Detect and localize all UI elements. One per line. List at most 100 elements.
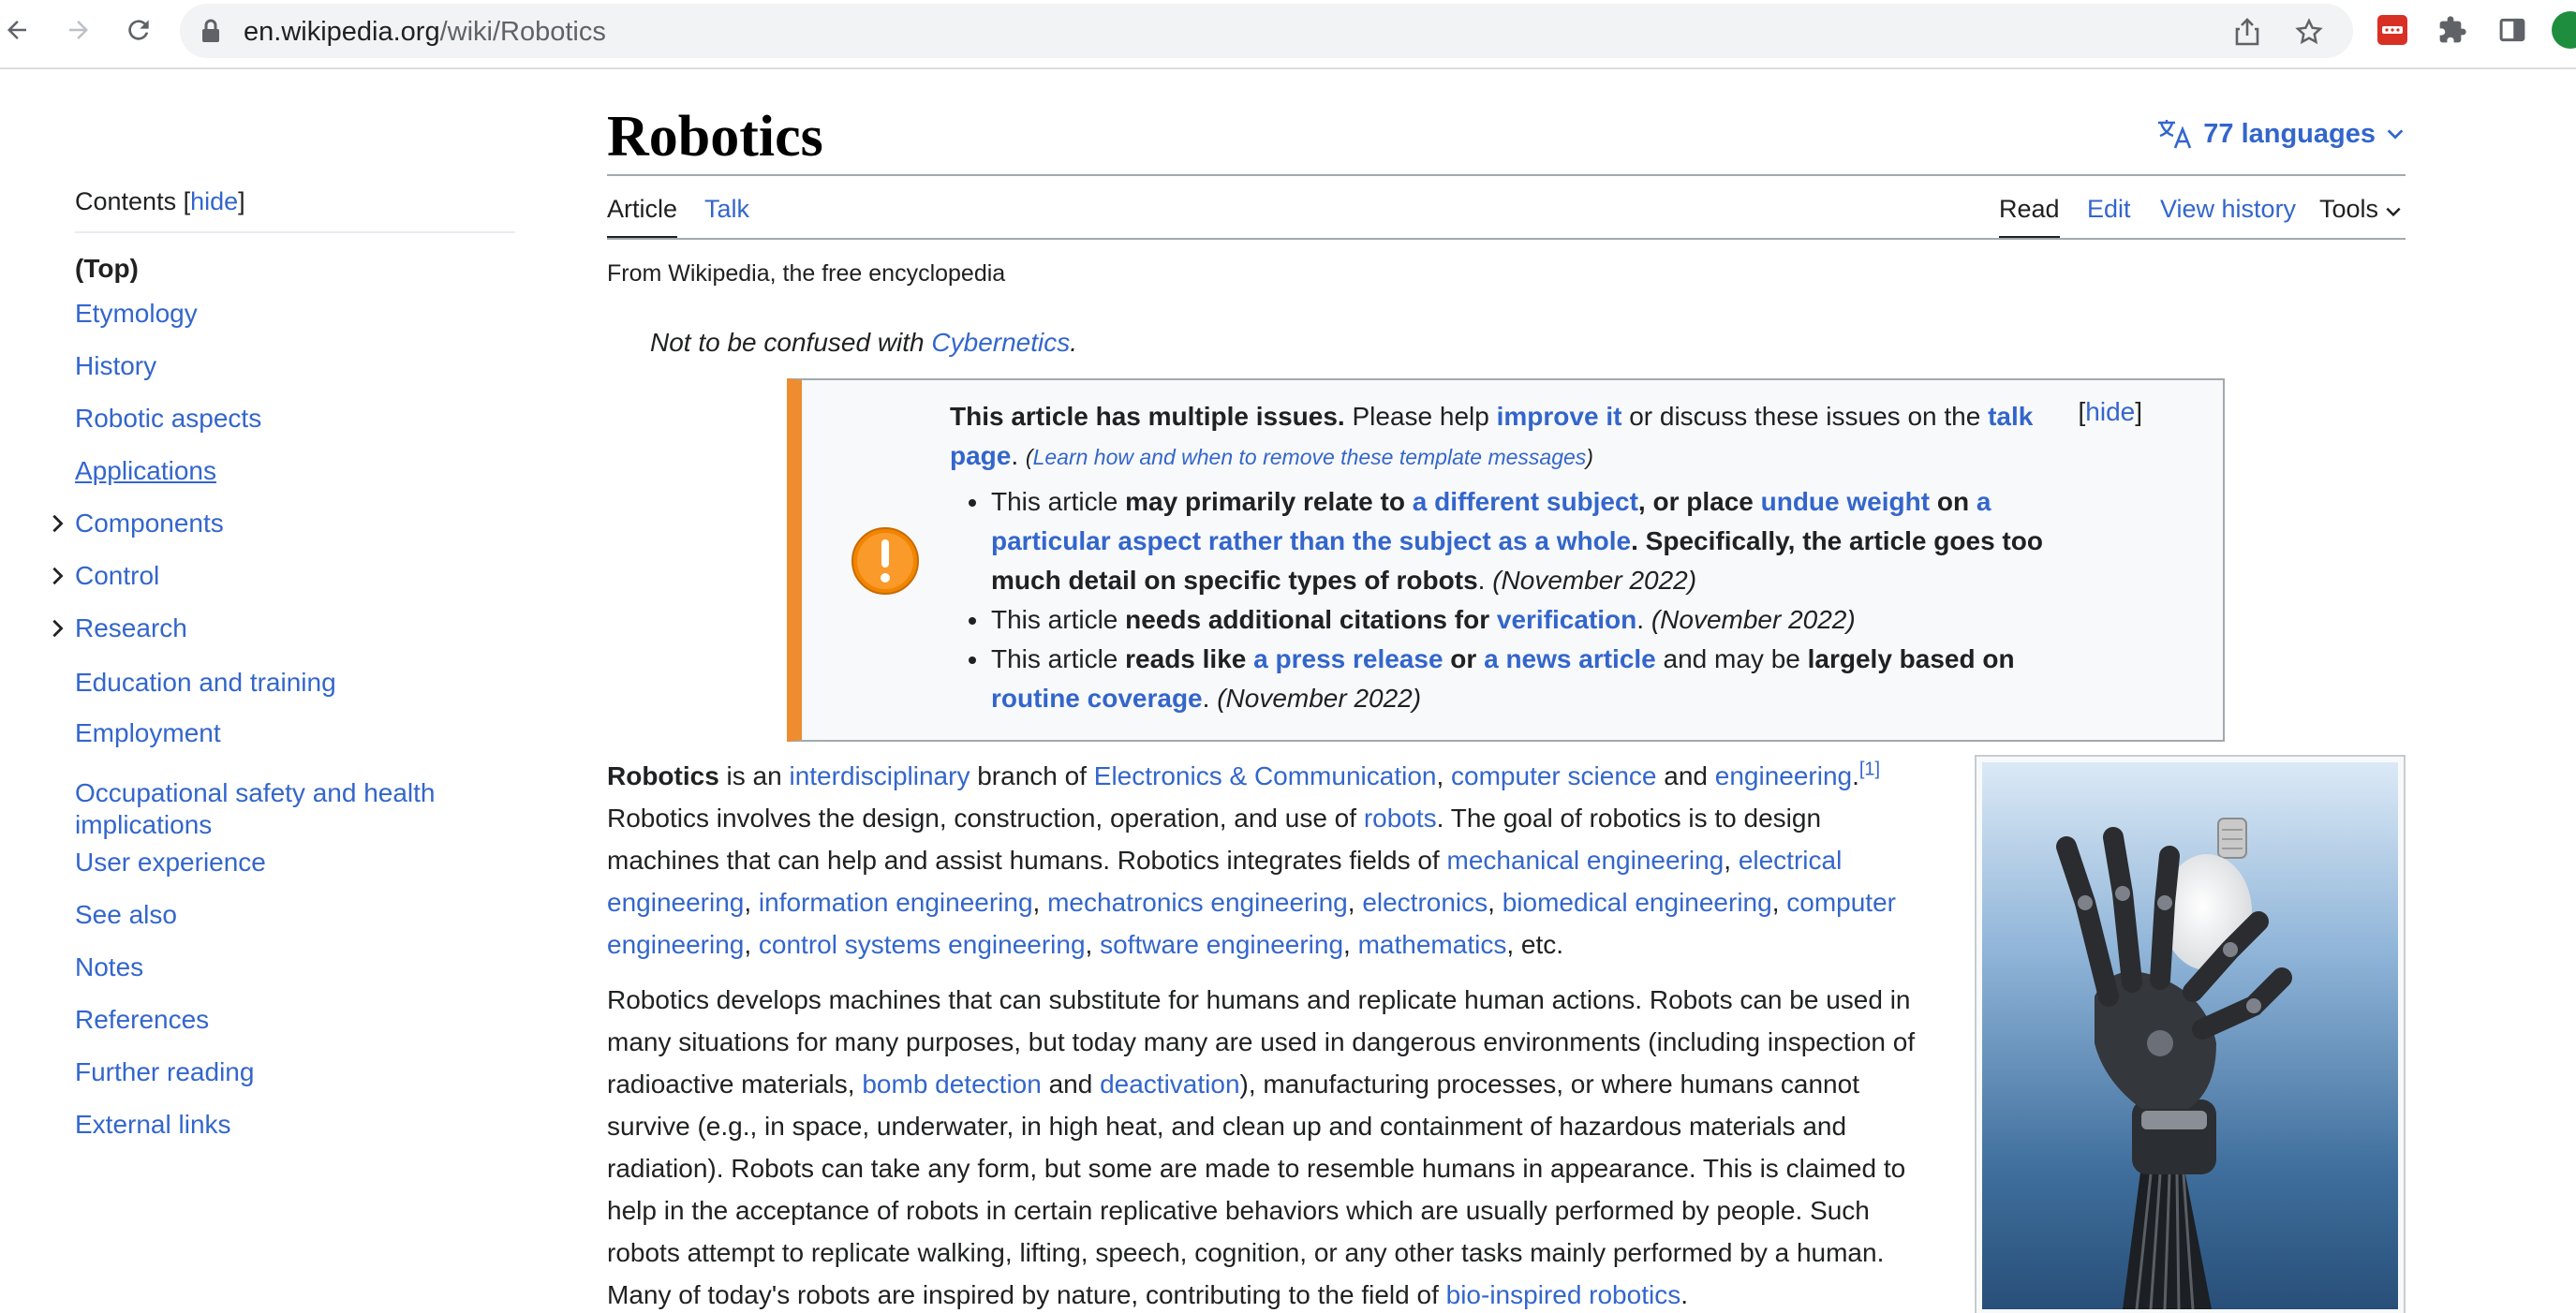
software-engineering-link[interactable]: software engineering: [1100, 930, 1343, 959]
tab-article[interactable]: Article: [607, 195, 678, 240]
toc-item[interactable]: (Top): [75, 253, 515, 285]
toc-item[interactable]: Employment: [75, 717, 515, 749]
multiple-issues-box: [hide] This article has multiple issues.…: [787, 378, 2225, 742]
electronics-communication-link[interactable]: Electronics & Communication: [1094, 761, 1437, 790]
chevron-right-icon[interactable]: [47, 566, 67, 586]
bookmark-star-icon[interactable]: [2293, 16, 2325, 48]
computer-science-link[interactable]: computer science: [1451, 761, 1656, 790]
cybernetics-link[interactable]: Cybernetics: [931, 328, 1070, 357]
url-text[interactable]: en.wikipedia.org/wiki/Robotics: [244, 17, 606, 48]
undue-weight-link[interactable]: undue weight: [1761, 487, 1930, 516]
electronics-link[interactable]: electronics: [1362, 888, 1488, 917]
issue-text: This article: [991, 487, 1126, 516]
toc-item[interactable]: Components: [52, 508, 515, 539]
ambox-body: This article has multiple issues. Please…: [950, 397, 2093, 718]
learn-remove-link[interactable]: Learn how and when to remove these templ…: [1033, 445, 1587, 469]
toc-item[interactable]: References: [75, 1004, 515, 1036]
toc-item[interactable]: External links: [75, 1109, 515, 1141]
toc-item[interactable]: Etymology: [75, 298, 515, 330]
toc-item[interactable]: User experience: [75, 847, 515, 878]
toc-item-label: Components: [75, 509, 224, 538]
routine-coverage-link[interactable]: routine coverage: [991, 684, 1203, 713]
forward-button[interactable]: [52, 7, 105, 52]
tab-edit[interactable]: Edit: [2087, 195, 2131, 238]
control-systems-engineering-link[interactable]: control systems engineering: [759, 930, 1086, 959]
page-title: Robotics: [607, 105, 823, 169]
issue-bold: or: [1443, 644, 1485, 673]
ambox-hide-link[interactable]: hide: [2085, 397, 2135, 426]
toc-item[interactable]: See also: [75, 899, 515, 931]
ambox-text: Please help: [1344, 402, 1497, 431]
text: ,: [1436, 761, 1452, 790]
ambox-issues: This article may primarily relate to a d…: [950, 482, 2093, 718]
warning-icon: [851, 527, 919, 595]
reload-button[interactable]: [112, 7, 165, 52]
back-button[interactable]: [0, 7, 43, 52]
mathematics-link[interactable]: mathematics: [1358, 930, 1507, 959]
chevron-right-icon[interactable]: [47, 513, 67, 534]
biomedical-engineering-link[interactable]: biomedical engineering: [1503, 888, 1772, 917]
press-release-link[interactable]: a press release: [1253, 644, 1443, 673]
tools-menu[interactable]: Tools: [2319, 195, 2403, 238]
toc-item[interactable]: History: [75, 350, 515, 382]
improve-it-link[interactable]: improve it: [1497, 402, 1622, 431]
issue-text: .: [1477, 566, 1493, 595]
profile-avatar[interactable]: [2552, 11, 2576, 49]
address-bar[interactable]: en.wikipedia.org/wiki/Robotics: [180, 4, 2353, 58]
issue-text: This article: [991, 605, 1126, 634]
deactivation-link[interactable]: deactivation: [1100, 1070, 1239, 1099]
toc-item[interactable]: Notes: [75, 952, 515, 983]
information-engineering-link[interactable]: information engineering: [759, 888, 1033, 917]
toc-item[interactable]: Education and training: [75, 667, 515, 699]
text: , etc.: [1506, 930, 1564, 959]
toc-item[interactable]: Research: [52, 612, 515, 644]
infobox-image[interactable]: [1975, 755, 2406, 1313]
toc-item-label: Occupational safety and health implicati…: [75, 778, 436, 839]
url-host: en.wikipedia.org: [244, 17, 440, 47]
tools-label: Tools: [2319, 195, 2379, 223]
verification-link[interactable]: verification: [1497, 605, 1636, 634]
toc-item-label: Notes: [75, 952, 144, 981]
news-article-link[interactable]: a news article: [1484, 644, 1656, 673]
robotic-hand-image: [1982, 762, 2398, 1309]
extension-password-icon[interactable]: [2376, 13, 2409, 47]
text: ,: [1343, 930, 1358, 959]
different-subject-link[interactable]: a different subject: [1413, 487, 1638, 516]
tab-view-history[interactable]: View history: [2160, 195, 2296, 238]
extensions-puzzle-icon[interactable]: [2435, 13, 2469, 47]
chevron-right-icon[interactable]: [47, 618, 67, 639]
reload-icon: [128, 20, 149, 40]
mechatronics-engineering-link[interactable]: mechatronics engineering: [1047, 888, 1348, 917]
toc-item[interactable]: Control: [52, 560, 515, 592]
lock-icon: [202, 19, 219, 42]
issue-text: and may be: [1655, 644, 1808, 673]
toc-item[interactable]: Robotic aspects: [75, 403, 515, 435]
side-panel-icon[interactable]: [2495, 13, 2529, 47]
robots-link[interactable]: robots: [1364, 804, 1437, 833]
toc-item[interactable]: Applications: [75, 455, 515, 487]
text: ,: [744, 888, 759, 917]
share-icon[interactable]: [2231, 16, 2263, 48]
mechanical-engineering-link[interactable]: mechanical engineering: [1447, 846, 1725, 875]
engineering-link[interactable]: engineering: [1715, 761, 1852, 790]
bomb-detection-link[interactable]: bomb detection: [862, 1070, 1041, 1099]
issue-bold: may primarily relate to: [1125, 487, 1413, 516]
language-button[interactable]: 77 languages: [2156, 118, 2406, 150]
tab-read[interactable]: Read: [1999, 195, 2060, 240]
tab-talk[interactable]: Talk: [704, 195, 749, 238]
site-tagline: From Wikipedia, the free encyclopedia: [607, 260, 1006, 287]
issue-bold: on: [1930, 487, 1976, 516]
issue-bold: reads like: [1125, 644, 1254, 673]
article-body: Robotics is an interdisciplinary branch …: [607, 755, 1918, 1313]
text: is an: [718, 761, 790, 790]
toc-hide-link[interactable]: hide: [190, 187, 238, 215]
issue-date: (November 2022): [1651, 605, 1856, 634]
bio-inspired-robotics-link[interactable]: bio-inspired robotics: [1446, 1280, 1681, 1309]
reference-1-link[interactable]: [1]: [1859, 760, 1880, 780]
toc-item[interactable]: Occupational safety and health implicati…: [75, 777, 515, 841]
interdisciplinary-link[interactable]: interdisciplinary: [789, 761, 970, 790]
text: ,: [1085, 930, 1101, 959]
text: ,: [1488, 888, 1503, 917]
hatnote-end: .: [1070, 328, 1078, 357]
toc-item[interactable]: Further reading: [75, 1056, 515, 1088]
